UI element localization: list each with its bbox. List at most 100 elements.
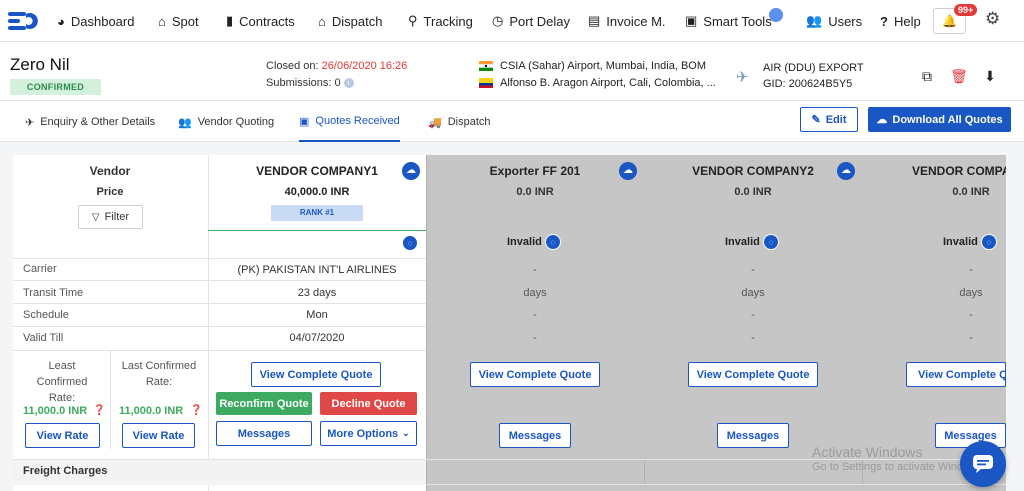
nav-spot[interactable]: ⌂ Spot <box>158 0 199 42</box>
download-label: Download All Quotes <box>892 113 1003 126</box>
message-icon[interactable]: ◌ <box>763 234 779 250</box>
chat-bubble-icon[interactable] <box>769 8 783 22</box>
status-badge: CONFIRMED <box>10 79 101 95</box>
last-confirmed-value: 11,000.0 INR <box>119 405 184 417</box>
message-icon[interactable]: ◌ <box>402 235 418 251</box>
trash-icon[interactable]: 🗑 <box>949 66 969 86</box>
app-logo[interactable] <box>6 9 38 33</box>
nav-dispatch[interactable]: ⌂ Dispatch <box>318 0 382 42</box>
nav-label: Invoice M. <box>606 13 666 29</box>
reconfirm-quote-button[interactable]: Reconfirm Quote <box>216 392 312 415</box>
tab-label: Enquiry & Other Details <box>40 116 156 128</box>
row-label-schedule: Schedule <box>23 309 69 321</box>
vendor-price: 0.0 INR <box>952 186 990 198</box>
clock-icon: ◷ <box>492 13 504 28</box>
nav-label: Tracking <box>423 13 473 29</box>
view-rate-button[interactable]: View Rate <box>25 423 100 448</box>
messages-button[interactable]: Messages <box>499 423 571 448</box>
last-confirmed-label: Last Confirmed Rate: <box>121 360 197 388</box>
info-icon[interactable]: i <box>343 78 354 89</box>
origin-location: CSIA (Sahar) Airport, Mumbai, India, BOM <box>500 60 707 72</box>
copy-icon[interactable]: ⧉ <box>917 66 937 86</box>
quote-icon: ▣ <box>299 115 310 128</box>
nav-contracts[interactable]: ▮ Contracts <box>226 0 295 42</box>
warehouse-icon: ⌂ <box>318 13 326 29</box>
closed-label: Closed on: <box>266 60 322 72</box>
quotes-grid: Vendor Price Carrier Transit Time Schedu… <box>13 155 1006 491</box>
divider <box>13 326 426 327</box>
vendor-header: Vendor <box>89 164 131 178</box>
gid: GID: 200624B5Y5 <box>763 78 853 90</box>
edit-button[interactable]: ✎ Edit <box>800 107 858 132</box>
invalid-status: Invalid <box>507 236 542 248</box>
vendor-price: 40,000.0 INR <box>284 186 350 198</box>
map-pin-icon: ⚲ <box>408 13 418 28</box>
nav-port-delay[interactable]: ◷ Port Delay <box>492 0 570 42</box>
cloud-download-icon[interactable]: ☁ <box>402 162 420 180</box>
cloud-download-icon: ☁ <box>876 114 888 126</box>
tab-dispatch[interactable]: 🚚 Dispatch <box>428 102 491 142</box>
nav-label: Spot <box>171 13 199 29</box>
tab-label: Vendor Quoting <box>197 116 275 128</box>
submissions: Submissions: 0 i <box>266 77 354 89</box>
messages-button[interactable]: Messages <box>216 421 312 446</box>
shipment-mode: AIR (DDU) EXPORT <box>763 62 864 74</box>
invalid-status: Invalid <box>725 236 760 248</box>
nav-tracking[interactable]: ⚲ Tracking <box>408 0 473 42</box>
vertical-scrollbar[interactable] <box>1016 142 1024 491</box>
nav-label: Contracts <box>239 13 295 29</box>
funnel-icon: ▽ <box>91 211 100 223</box>
tab-vendor-quoting[interactable]: 👥 Vendor Quoting <box>178 102 274 142</box>
view-complete-quote-button[interactable]: View Complete Quote <box>688 362 818 387</box>
messages-button[interactable]: Messages <box>717 423 789 448</box>
top-navbar: ◕ Dashboard ⌂ Spot ▮ Contracts ⌂ Dispatch ⚲ T… <box>0 0 1024 42</box>
more-options-button[interactable]: More Options ⌄ <box>320 421 417 446</box>
cloud-download-icon[interactable]: ☁ <box>619 162 637 180</box>
truck-icon: 🚚 <box>428 116 442 129</box>
view-complete-quote-button[interactable]: View Complete Q <box>906 362 1006 387</box>
vendor-transit: 23 days <box>297 287 337 299</box>
divider <box>208 230 426 231</box>
submissions-text: Submissions: 0 <box>266 77 341 89</box>
gear-icon[interactable]: ⚙ <box>985 9 1000 29</box>
help-icon[interactable]: ❓ <box>190 405 202 416</box>
view-complete-quote-button[interactable]: View Complete Quote <box>470 362 600 387</box>
tab-quotes-received[interactable]: ▣ Quotes Received <box>299 102 400 142</box>
india-flag-icon <box>479 61 493 71</box>
vendor-name: VENDOR COMPA <box>912 164 1006 178</box>
message-icon[interactable]: ◌ <box>545 234 561 250</box>
users-icon: 👥 <box>806 13 823 28</box>
row-label-transit: Transit Time <box>23 287 84 299</box>
divider <box>13 258 426 259</box>
least-confirmed-label: Least Confirmed Rate: <box>36 360 88 404</box>
vendor-transit: days <box>959 287 983 299</box>
users-icon: 👥 <box>178 116 192 129</box>
download-all-quotes-button[interactable]: ☁ Download All Quotes <box>868 107 1011 132</box>
message-icon[interactable]: ◌ <box>981 234 997 250</box>
closed-on: Closed on: 26/06/2020 16:26 <box>266 60 407 72</box>
divider <box>13 303 426 304</box>
vendor-schedule: - <box>969 309 973 321</box>
vendor-carrier: (PK) PAKISTAN INT'L AIRLINES <box>237 264 397 276</box>
least-confirmed-value: 11,000.0 INR <box>23 405 88 417</box>
vendor-carrier: - <box>533 264 537 276</box>
nav-invoice[interactable]: ▤ Invoice M. <box>588 0 666 42</box>
filter-button[interactable]: ▽ Filter <box>78 205 143 229</box>
destination-location: Alfonso B. Aragon Airport, Cali, Colombi… <box>500 77 716 89</box>
cloud-download-icon[interactable]: ☁ <box>837 162 855 180</box>
home-icon: ⌂ <box>158 13 166 29</box>
view-rate-button[interactable]: View Rate <box>122 423 195 448</box>
tab-enquiry-details[interactable]: ✈ Enquiry & Other Details <box>25 102 155 142</box>
nav-smart-tools[interactable]: ▣ Smart Tools <box>685 0 772 42</box>
help-icon[interactable]: ❓ <box>93 405 105 416</box>
vendor-carrier: - <box>969 264 973 276</box>
nav-help[interactable]: ? Help <box>880 0 921 42</box>
view-complete-quote-button[interactable]: View Complete Quote <box>251 362 381 387</box>
nav-label: Help <box>893 13 921 29</box>
download-box-icon[interactable]: ⬇ <box>980 66 1000 86</box>
decline-quote-button[interactable]: Decline Quote <box>320 392 417 415</box>
chat-support-button[interactable] <box>960 441 1006 487</box>
nav-dashboard[interactable]: ◕ Dashboard <box>57 0 134 42</box>
document-icon: ▤ <box>588 13 601 28</box>
nav-users[interactable]: 👥 Users <box>806 0 862 42</box>
